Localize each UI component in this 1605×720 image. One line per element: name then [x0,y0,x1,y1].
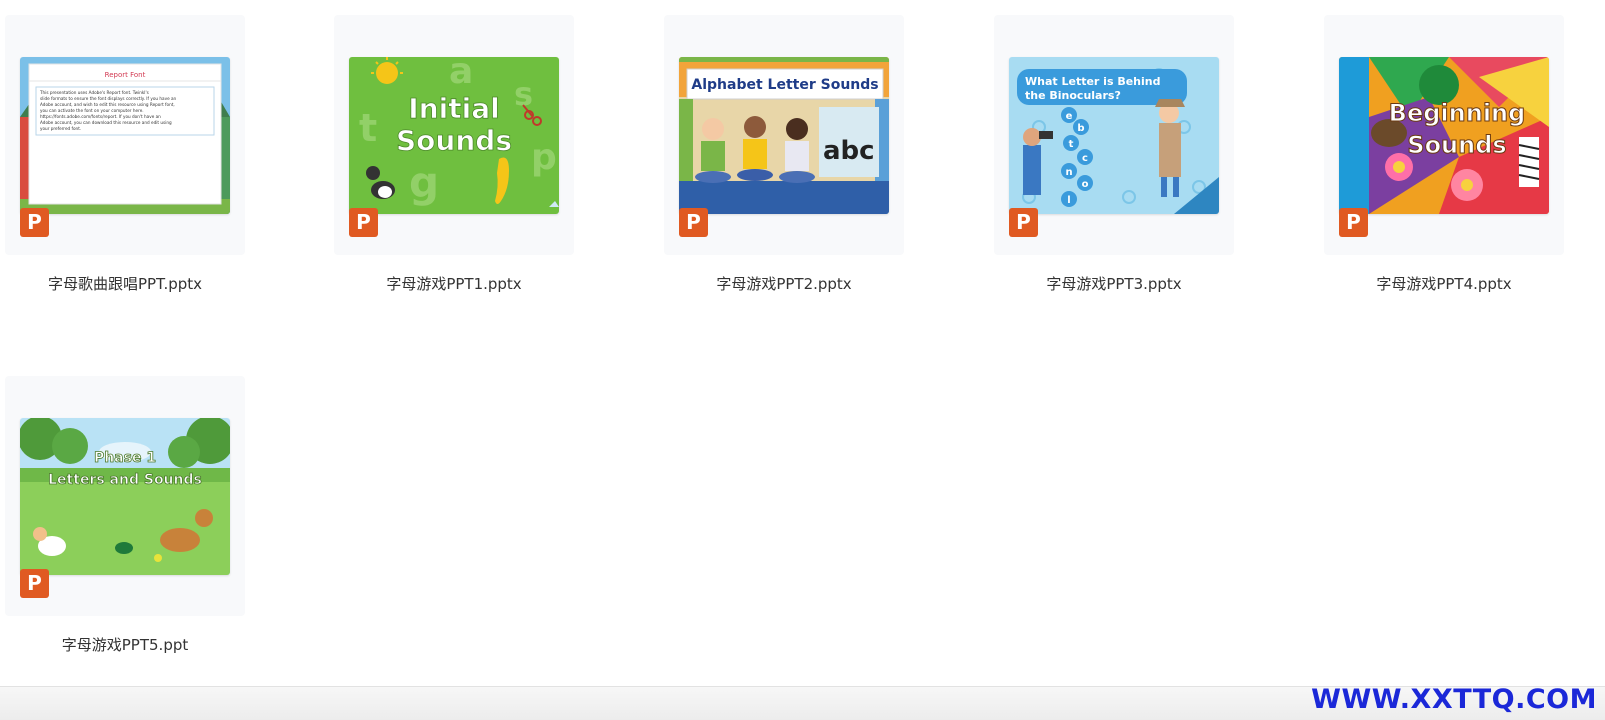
slide-letter: o [1082,179,1089,190]
slide-title-line: Phase 1 [94,450,156,466]
slide-title: Report Font [105,71,146,79]
slide-title-line: the Binoculars? [1025,89,1121,102]
slide-title-line: Letters and Sounds [48,472,202,488]
slide-text-line: Adobe account, and wish to edit this res… [40,102,175,107]
file-grid: Report Font This presentation uses Adobe… [0,0,1605,720]
slide-preview: Beginning Sounds [1339,57,1549,214]
file-item-5[interactable]: Beginning Sounds P 字母游戏PPT4.pptx [1324,15,1564,294]
file-item-6[interactable]: Phase 1 Letters and Sounds P 字母游戏PPT5.pp… [5,376,245,655]
slide-letter: g [409,158,439,207]
slide-letter: t [359,106,377,150]
watermark: WWW.XXTTQ.COM [1311,684,1597,715]
slide-title-line: What Letter is Behind [1025,75,1160,88]
powerpoint-icon: P [1009,208,1038,237]
file-thumbnail[interactable]: Beginning Sounds P [1324,15,1564,255]
slide-title-line: Beginning [1389,99,1526,127]
file-name[interactable]: 字母游戏PPT5.ppt [5,634,245,655]
file-name[interactable]: 字母歌曲跟唱PPT.pptx [5,273,245,294]
file-name[interactable]: 字母游戏PPT3.pptx [994,273,1234,294]
slide-title-line: Sounds [396,124,512,157]
file-item-4[interactable]: What Letter is Behind the Binoculars? e … [994,15,1234,294]
file-item-1[interactable]: Report Font This presentation uses Adobe… [5,15,245,294]
file-item-3[interactable]: Alphabet Letter Sounds abc P 字母游戏PPT2.pp… [664,15,904,294]
file-name[interactable]: 字母游戏PPT4.pptx [1324,273,1564,294]
slide-text-line: Adobe account, you can download this res… [40,120,172,125]
file-thumbnail[interactable]: What Letter is Behind the Binoculars? e … [994,15,1234,255]
slide-title-line: Sounds [1407,131,1506,159]
powerpoint-icon: P [20,569,49,598]
slide-text-line: https://fonts.adobe.com/fonts/report. If… [40,114,161,119]
powerpoint-icon: P [1339,208,1368,237]
slide-text-line: slide formats to ensure the font display… [40,96,177,101]
slide-preview: a t s g p Initial Sounds [349,57,559,214]
slide-preview: Phase 1 Letters and Sounds [20,418,230,575]
slide-preview: What Letter is Behind the Binoculars? e … [1009,57,1219,214]
slide-letter: b [1077,123,1084,134]
powerpoint-icon: P [20,208,49,237]
file-name[interactable]: 字母游戏PPT2.pptx [664,273,904,294]
powerpoint-icon: P [349,208,378,237]
slide-preview: Alphabet Letter Sounds abc [679,57,889,214]
file-item-2[interactable]: a t s g p Initial Sounds P 字母游戏PPT1.pptx [334,15,574,294]
slide-title-line: Initial [408,92,499,125]
file-thumbnail[interactable]: Phase 1 Letters and Sounds P [5,376,245,616]
file-thumbnail[interactable]: a t s g p Initial Sounds P [334,15,574,255]
slide-letter: l [1067,195,1070,206]
slide-text-line: This presentation uses Adobe's Report fo… [39,90,149,95]
file-thumbnail[interactable]: Alphabet Letter Sounds abc P [664,15,904,255]
slide-text-line: you can activate the font on your comput… [40,108,144,113]
slide-letter: s [514,75,533,113]
slide-letter: t [1069,139,1074,150]
slide-letter: p [531,137,557,178]
slide-letter: n [1065,167,1072,178]
file-name[interactable]: 字母游戏PPT1.pptx [334,273,574,294]
slide-text-line: your preferred font. [40,126,81,131]
slide-letter: c [1082,153,1088,164]
file-thumbnail[interactable]: Report Font This presentation uses Adobe… [5,15,245,255]
powerpoint-icon: P [679,208,708,237]
slide-title: Alphabet Letter Sounds [691,77,878,93]
slide-letter: e [1066,111,1073,122]
slide-letters: abc [823,136,875,166]
slide-letter: a [449,57,473,92]
slide-preview: Report Font This presentation uses Adobe… [20,57,230,214]
